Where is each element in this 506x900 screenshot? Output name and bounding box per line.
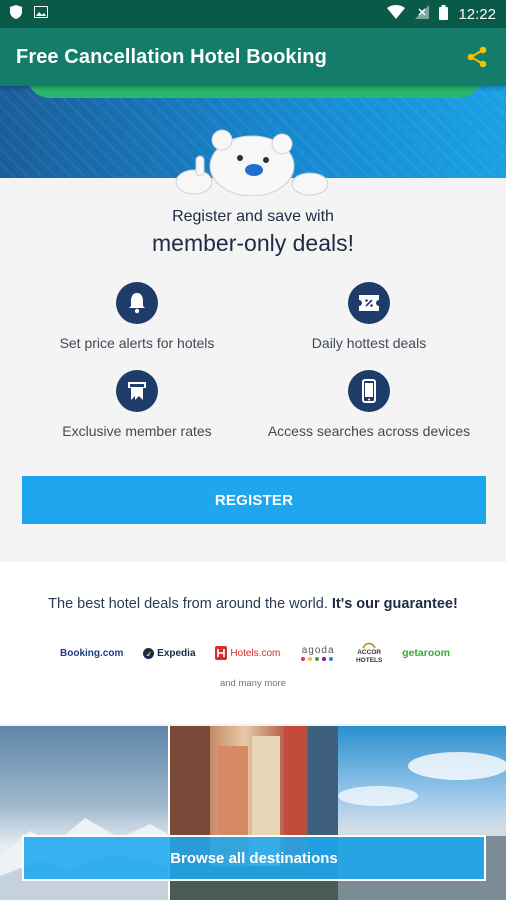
app-title: Free Cancellation Hotel Booking <box>16 45 327 68</box>
feature-label: Exclusive member rates <box>62 423 212 439</box>
discount-icon <box>348 282 390 324</box>
expedia-logo-text: Expedia <box>157 647 196 659</box>
partners-tagline: The best hotel deals from around the wor… <box>0 596 506 612</box>
share-icon[interactable] <box>464 44 490 70</box>
and-many-more: and many more <box>219 678 286 689</box>
tagline-text: The best hotel deals from around the wor… <box>48 596 332 612</box>
polar-bear-mascot <box>174 126 330 197</box>
feature-member-rates: Exclusive member rates <box>22 370 252 440</box>
booking-logo-text: Booking.com <box>60 647 124 659</box>
feature-label: Access searches across devices <box>267 423 471 439</box>
signal-icon <box>415 5 430 23</box>
shield-icon <box>10 4 22 24</box>
battery-icon <box>439 4 449 24</box>
agoda-logo: agoda <box>300 645 336 661</box>
accor-logo-line1: ACCOR <box>357 649 382 656</box>
register-button[interactable]: REGISTER <box>22 476 486 524</box>
booking-logo: Booking.com <box>60 648 123 659</box>
getaroom-logo: getaroom <box>402 647 450 659</box>
accor-logo-line2: HOTELS <box>355 657 383 664</box>
hotels-logo-text: Hotels.com <box>230 647 281 659</box>
feature-label: Set price alerts for hotels <box>59 335 215 351</box>
tagline-bold: It's our guarantee! <box>331 596 458 612</box>
wifi-icon <box>387 5 406 23</box>
bell-icon <box>116 282 158 324</box>
partner-logos: Booking.com Expedia Hotels.com agoda ACC… <box>60 640 450 666</box>
search-bar-edge[interactable] <box>26 86 482 98</box>
feature-label: Daily hottest deals <box>311 335 427 351</box>
status-bar: 12:22 <box>0 0 506 28</box>
member-lead: Register and save with <box>172 208 334 225</box>
image-icon <box>34 5 48 23</box>
member-badge-icon <box>116 370 158 412</box>
expedia-logo: Expedia <box>143 647 196 659</box>
feature-hottest-deals: Daily hottest deals <box>254 282 484 352</box>
hotels-logo: Hotels.com <box>215 646 280 660</box>
member-deals-section: Register and save with member-only deals… <box>0 178 506 553</box>
partners-section: The best hotel deals from around the wor… <box>0 562 506 724</box>
phone-icon <box>348 370 390 412</box>
getaroom-logo-text: getaroom <box>402 647 450 659</box>
accor-logo: ACCOR HOTELS <box>356 641 382 665</box>
agoda-logo-text: agoda <box>301 645 335 656</box>
feature-price-alerts: Set price alerts for hotels <box>22 282 252 352</box>
feature-cross-device: Access searches across devices <box>254 370 484 440</box>
browse-destinations-button[interactable]: Browse all destinations <box>22 835 486 881</box>
app-bar: Free Cancellation Hotel Booking <box>0 28 506 86</box>
member-headline: member-only deals! <box>152 230 354 256</box>
status-time: 12:22 <box>458 5 496 23</box>
